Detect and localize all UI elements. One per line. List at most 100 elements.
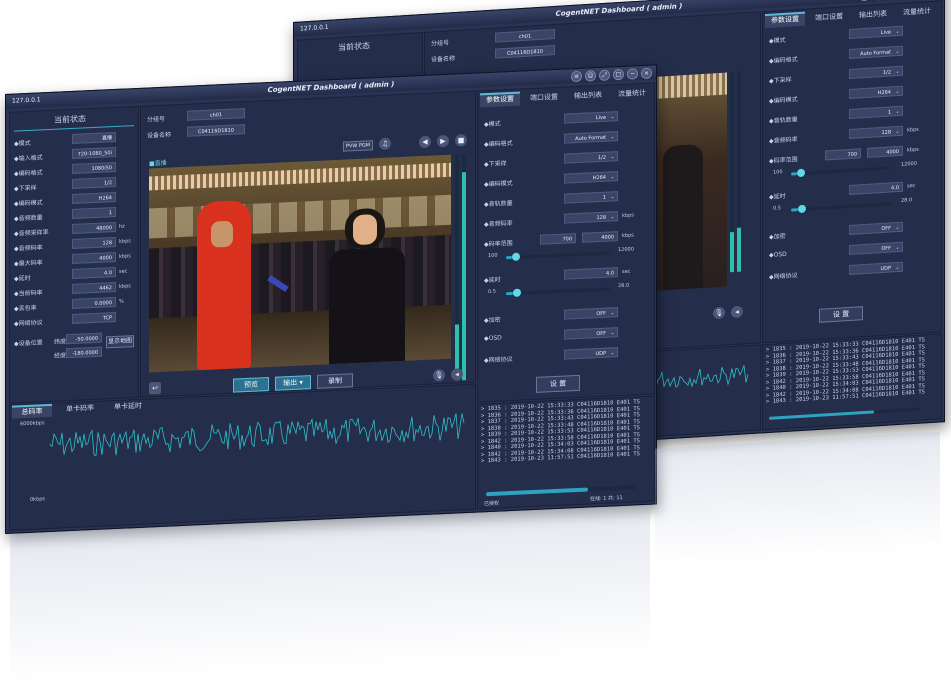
tab-ports[interactable]: 端口设置 xyxy=(524,92,564,104)
back-delay-value[interactable]: 4.0 xyxy=(849,181,903,195)
back-flag-osd-value: OFF xyxy=(881,245,891,253)
user-icon[interactable]: ☺ xyxy=(873,0,884,1)
bitrate-min-input[interactable]: 700 xyxy=(540,233,576,245)
group-value: ch01 xyxy=(187,108,245,121)
back-param-label-5: ◆音频码率 xyxy=(769,136,798,145)
front-reflection xyxy=(10,505,650,685)
play-icon[interactable]: ▶ xyxy=(437,134,449,148)
back-param-label-2: ◆下采样 xyxy=(769,76,792,85)
expand-icon[interactable]: ⤢ xyxy=(599,69,610,82)
param-label-format: ◆编码格式 xyxy=(484,139,513,149)
chevron-down-icon: ⌄ xyxy=(894,87,900,96)
delay-input[interactable]: 4.0 xyxy=(564,267,618,280)
speaker-icon[interactable]: ◂ xyxy=(731,305,743,319)
back-flag-label-1: ◆OSD xyxy=(769,250,787,259)
back-tab-outputs[interactable]: 输出列表 xyxy=(853,8,893,20)
status-field-label: ◆编码模式 xyxy=(14,199,43,208)
pvw-pgm-toggle[interactable]: PVW PGM xyxy=(343,140,373,152)
osd-value: OFF xyxy=(596,330,606,338)
chevron-down-icon: ⌄ xyxy=(894,127,900,136)
chevron-down-icon: ⌄ xyxy=(894,107,900,116)
show-map-button[interactable]: 显示地图 xyxy=(106,335,134,349)
tab-traffic[interactable]: 流量统计 xyxy=(612,88,652,100)
back-delay-slider[interactable] xyxy=(791,202,891,214)
protocol-label: ◆网络协议 xyxy=(484,355,513,365)
tab-outputs[interactable]: 输出列表 xyxy=(568,90,608,102)
mic-icon[interactable]: 🎙 xyxy=(433,369,445,382)
bitrate-chart-panel: 总码率 单卡码率 单卡延时 6000kbps 0kbps xyxy=(9,383,476,531)
protocol-select[interactable]: UDP ⌄ xyxy=(564,347,618,360)
back-icon[interactable]: ↩ xyxy=(149,381,161,395)
back-param-encode[interactable]: H264 ⌄ xyxy=(849,85,903,99)
tab-params[interactable]: 参数设置 xyxy=(480,91,520,108)
user-icon[interactable]: ☺ xyxy=(585,70,596,82)
param-label-abitrate: ◆音频码率 xyxy=(484,219,513,229)
back-flag-protocol[interactable]: UDP ⌄ xyxy=(849,261,903,275)
back-group-value: ch01 xyxy=(495,28,555,43)
param-label-mode: ◆模式 xyxy=(484,120,501,129)
bitrate-slider[interactable] xyxy=(506,251,610,261)
param-tracks-select[interactable]: 1 ⌄ xyxy=(564,191,618,204)
back-param-tracks[interactable]: 1 ⌄ xyxy=(849,105,903,119)
back-param-format-value: Auto Format xyxy=(860,49,891,58)
bitrate-unit: kbps xyxy=(622,232,634,239)
output-button-label: 输出 xyxy=(283,378,298,388)
settings-icon[interactable]: ≡ xyxy=(859,0,870,2)
chevron-down-icon: ⌄ xyxy=(609,113,615,121)
back-flag-osd[interactable]: OFF ⌄ xyxy=(849,241,903,255)
log-text: > 1835 : 2019-10-22 15:33:33 C04116D1810… xyxy=(481,399,640,465)
mic-icon[interactable]: 🎙 xyxy=(713,306,725,320)
status-panel: 当前状态 ◆模式 直播 ◆输入格式 720-1080_50i ◆编码格式 1080i50 ◆… xyxy=(9,105,139,404)
back-tab-traffic[interactable]: 流量统计 xyxy=(897,6,937,18)
stop-icon[interactable]: ■ xyxy=(455,134,467,147)
reporter-body xyxy=(329,246,405,365)
back-param-mode[interactable]: Live ⌄ xyxy=(849,25,903,39)
back-delay-range-max: 28.0 xyxy=(901,197,913,204)
minimize-icon[interactable]: − xyxy=(627,68,638,80)
osd-select[interactable]: OFF ⌄ xyxy=(564,327,618,340)
status-field-unit: kbps xyxy=(119,238,131,245)
back-log-scrollbar[interactable] xyxy=(769,407,919,420)
bitrate-range-max: 12000 xyxy=(618,246,634,254)
set-button[interactable]: 设 置 xyxy=(536,374,580,393)
back-flag-encrypt[interactable]: OFF ⌄ xyxy=(849,221,903,235)
bitrate-max-input[interactable]: 4000 xyxy=(582,231,618,243)
back-param-abitrate-value: 128 xyxy=(881,129,891,137)
back-bitrate-min[interactable]: 700 xyxy=(825,148,861,161)
status-field-value: 4.0 xyxy=(72,266,116,279)
delay-slider[interactable] xyxy=(506,287,610,297)
param-format-select[interactable]: Auto Format ⌄ xyxy=(564,131,618,144)
lon-value: -180.0000 xyxy=(66,346,102,359)
status-field-label: ◆模式 xyxy=(14,139,31,148)
status-field-value: 4462 xyxy=(72,281,116,294)
back-param-abitrate[interactable]: 128 ⌄ xyxy=(849,125,903,139)
restore-icon[interactable]: □ xyxy=(613,68,624,81)
back-set-button[interactable]: 设 置 xyxy=(819,306,863,323)
close-icon[interactable]: × xyxy=(641,67,652,80)
status-online: 在线: 1 共: 11 xyxy=(590,494,623,503)
settings-icon[interactable]: ≡ xyxy=(571,70,582,83)
back-bitrate-max[interactable]: 4000 xyxy=(867,145,903,158)
output-button[interactable]: 输出 ▾ xyxy=(275,375,311,391)
back-param-format[interactable]: Auto Format ⌄ xyxy=(849,45,903,59)
back-param-encode-value: H264 xyxy=(877,89,891,97)
chevron-down-icon: ⌄ xyxy=(609,193,615,201)
back-tab-ports[interactable]: 端口设置 xyxy=(809,11,849,23)
param-mode-select[interactable]: Live ⌄ xyxy=(564,111,618,124)
preview-button[interactable]: 预览 xyxy=(233,377,269,393)
param-label-downsample: ◆下采样 xyxy=(484,160,507,169)
person-face xyxy=(211,220,233,248)
status-field-label: ◆网络协议 xyxy=(14,319,43,328)
prev-icon[interactable]: ◀ xyxy=(419,135,431,149)
back-tab-params[interactable]: 参数设置 xyxy=(765,11,805,29)
protocol-value: UDP xyxy=(595,350,606,358)
encrypt-select[interactable]: OFF ⌄ xyxy=(564,307,618,320)
back-bitrate-slider[interactable] xyxy=(791,166,891,178)
back-param-downsample[interactable]: 1/2 ⌄ xyxy=(849,65,903,79)
param-encode-select[interactable]: H264 ⌄ xyxy=(564,171,618,184)
param-tracks-value: 1 xyxy=(602,194,606,201)
headphone-icon[interactable]: ♫ xyxy=(379,137,391,151)
record-button[interactable]: 录制 xyxy=(317,373,353,389)
param-downsample-select[interactable]: 1/2 ⌄ xyxy=(564,151,618,164)
param-abitrate-select[interactable]: 128 ⌄ xyxy=(564,211,618,224)
